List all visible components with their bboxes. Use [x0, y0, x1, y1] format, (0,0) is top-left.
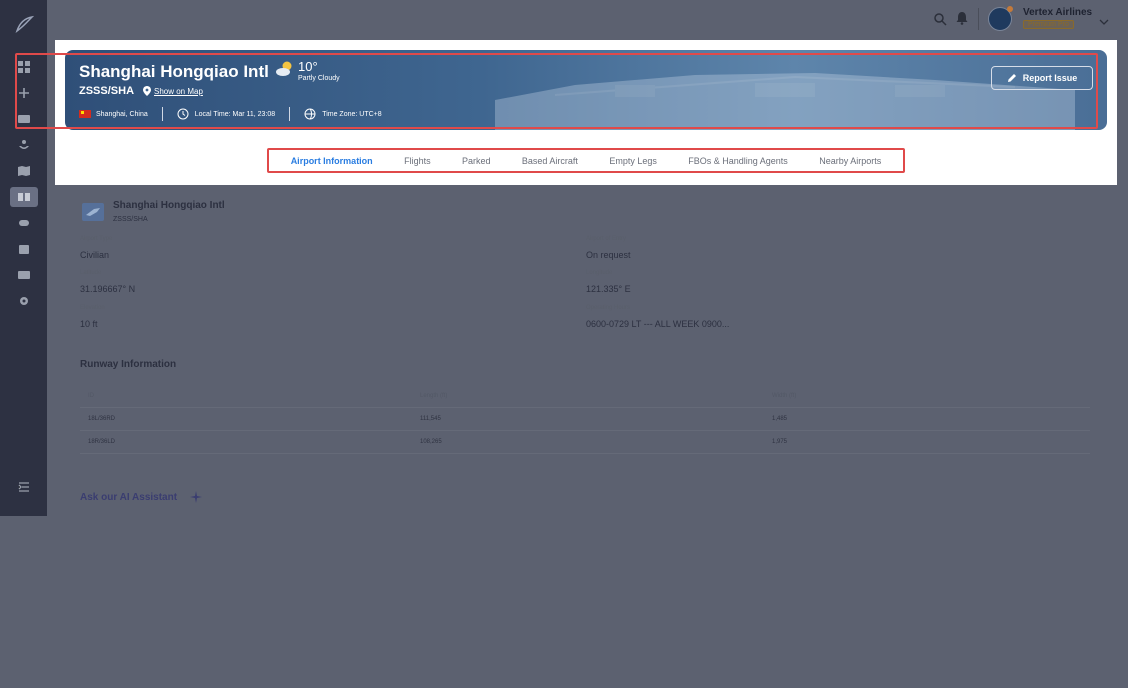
- column-header: ID: [88, 393, 94, 399]
- partly-cloudy-icon: [276, 61, 292, 76]
- collapse-menu-icon[interactable]: [18, 480, 30, 498]
- location-text: Shanghai, China: [96, 110, 148, 118]
- logo-icon[interactable]: [14, 14, 34, 34]
- sparkle-icon: [190, 491, 202, 503]
- chevron-down-icon[interactable]: [1099, 14, 1109, 25]
- runway-table: ID Length (ft) Width (ft) 18L/36RD 111,5…: [80, 385, 1090, 454]
- airport-entry-value: On request: [586, 250, 631, 260]
- card-codes: ZSSS/SHA: [113, 216, 148, 223]
- divider: [978, 8, 979, 30]
- tab-fbos-handling-agents[interactable]: FBOs & Handling Agents: [688, 156, 788, 166]
- operating-hours-value: 0600-0729 LT --- ALL WEEK 0900...: [586, 319, 730, 329]
- runway-id: 18R/36LD: [88, 439, 116, 445]
- airport-hero: Shanghai Hongqiao Intl 10° Partly Cloudy…: [65, 50, 1107, 130]
- tab-flights[interactable]: Flights: [404, 156, 431, 166]
- operating-hours-label: Operating Hours: [586, 305, 631, 311]
- china-flag-icon: [79, 110, 91, 118]
- report-issue-button[interactable]: Report Issue: [991, 66, 1093, 90]
- airport-tabs: Airport Information Flights Parked Based…: [267, 148, 905, 173]
- add-icon[interactable]: [10, 80, 38, 106]
- airport-entry-label: Airport of Entry: [586, 236, 627, 242]
- search-icon[interactable]: [933, 12, 947, 26]
- airport-type-label: Airport Type: [80, 236, 113, 242]
- tab-based-aircraft[interactable]: Based Aircraft: [522, 156, 578, 166]
- runway-section-title: Runway Information: [80, 359, 177, 370]
- divider: [289, 107, 291, 121]
- column-header: Width (ft): [772, 393, 797, 399]
- airport-photo-decor: [495, 73, 1075, 130]
- map-icon[interactable]: [10, 158, 38, 184]
- status-dot: [1007, 6, 1013, 12]
- pencil-icon: [1007, 74, 1016, 82]
- tab-nearby-airports[interactable]: Nearby Airports: [819, 156, 881, 166]
- local-time: Local Time: Mar 11, 23:08: [194, 110, 276, 118]
- temperature: 10°: [298, 59, 318, 74]
- airport-name: Shanghai Hongqiao Intl: [79, 62, 269, 81]
- runway-width: 1,485: [772, 416, 788, 422]
- column-header: Length (ft): [420, 393, 448, 399]
- message-icon[interactable]: [10, 262, 38, 288]
- latitude-label: Latitude: [80, 270, 102, 276]
- plane-icon[interactable]: [10, 210, 38, 236]
- tab-parked[interactable]: Parked: [462, 156, 491, 166]
- company-name: Vertex Airlines: [1023, 7, 1093, 18]
- dashboard-icon[interactable]: [10, 54, 38, 80]
- show-on-map-link[interactable]: Show on Map: [154, 87, 203, 96]
- globe-icon: [304, 108, 316, 120]
- divider: [161, 107, 163, 121]
- airport-header-panel: Shanghai Hongqiao Intl 10° Partly Cloudy…: [55, 40, 1117, 185]
- plan-badge: Premium Pro: [1023, 20, 1074, 29]
- time-zone: Time Zone: UTC+8: [322, 110, 382, 118]
- runway-width: 1,975: [772, 439, 788, 445]
- runway-length: 111,545: [420, 416, 441, 422]
- inbox-icon[interactable]: [10, 106, 38, 132]
- runway-length: 108,265: [420, 439, 442, 445]
- airport-icon: [82, 203, 104, 221]
- airport-info-icon[interactable]: [9, 187, 38, 207]
- calendar-icon[interactable]: [10, 236, 38, 262]
- airport-codes: ZSSS/SHA: [79, 85, 135, 97]
- airport-type-value: Civilian: [80, 250, 110, 260]
- runway-id: 18L/36RD: [88, 416, 116, 422]
- location-pin-icon: [143, 86, 151, 96]
- settings-icon[interactable]: [10, 288, 38, 314]
- notification-bell-icon[interactable]: [955, 11, 969, 25]
- elevation-label: Elevation: [80, 305, 105, 311]
- ai-assistant-title[interactable]: Ask our AI Assistant: [80, 492, 177, 503]
- airport-info-row: Shanghai, China Local Time: Mar 11, 23:0…: [79, 107, 382, 121]
- tab-empty-legs[interactable]: Empty Legs: [609, 156, 657, 166]
- elevation-value: 10 ft: [80, 319, 98, 329]
- latitude-value: 31.196667° N: [80, 284, 136, 294]
- tab-airport-information[interactable]: Airport Information: [291, 156, 373, 166]
- longitude-value: 121.335° E: [586, 284, 631, 294]
- report-issue-label: Report Issue: [1022, 73, 1078, 83]
- anchor-icon[interactable]: [10, 132, 38, 158]
- clock-icon: [177, 108, 189, 120]
- sidebar: [0, 0, 47, 516]
- top-bar: Vertex Airlines Premium Pro: [47, 0, 1128, 40]
- table-header: ID Length (ft) Width (ft): [80, 385, 1090, 408]
- table-row: 18R/36LD 108,265 1,975: [80, 431, 1090, 454]
- weather-condition: Partly Cloudy: [298, 75, 340, 82]
- table-row: 18L/36RD 111,545 1,485: [80, 408, 1090, 431]
- longitude-label: Longitude: [586, 270, 613, 276]
- card-title: Shanghai Hongqiao Intl: [113, 200, 225, 211]
